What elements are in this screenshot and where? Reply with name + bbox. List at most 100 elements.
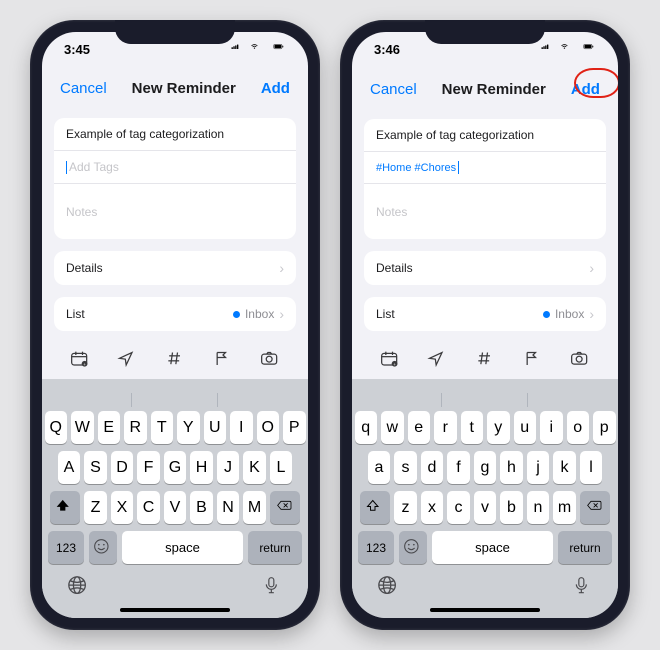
- key-p[interactable]: P: [283, 411, 306, 444]
- key-r[interactable]: r: [434, 411, 457, 444]
- suggestion-bar[interactable]: [45, 385, 305, 411]
- globe-icon[interactable]: [67, 575, 89, 602]
- emoji-key[interactable]: [399, 531, 427, 564]
- list-row[interactable]: List Inbox›: [364, 297, 606, 331]
- camera-icon[interactable]: [565, 347, 595, 373]
- add-button[interactable]: Add: [571, 81, 600, 98]
- home-indicator[interactable]: [120, 608, 230, 612]
- hashtag-icon[interactable]: [160, 347, 190, 373]
- key-o[interactable]: o: [567, 411, 590, 444]
- mic-icon[interactable]: [263, 575, 283, 602]
- suggestion-bar[interactable]: [355, 385, 615, 411]
- tags-field[interactable]: Add Tags: [54, 151, 296, 184]
- key-v[interactable]: v: [474, 491, 497, 524]
- key-g[interactable]: G: [164, 451, 187, 484]
- globe-icon[interactable]: [377, 575, 399, 602]
- delete-key[interactable]: [270, 491, 300, 524]
- key-i[interactable]: I: [230, 411, 253, 444]
- key-s[interactable]: s: [394, 451, 417, 484]
- details-row[interactable]: Details ›: [54, 251, 296, 285]
- list-color-dot: [543, 311, 550, 318]
- key-u[interactable]: U: [204, 411, 227, 444]
- key-l[interactable]: L: [270, 451, 293, 484]
- key-l[interactable]: l: [580, 451, 603, 484]
- numbers-key[interactable]: 123: [48, 531, 84, 564]
- key-b[interactable]: B: [190, 491, 213, 524]
- flag-icon[interactable]: [518, 347, 548, 373]
- key-q[interactable]: q: [355, 411, 378, 444]
- notes-field[interactable]: Notes: [364, 184, 606, 239]
- space-key[interactable]: space: [122, 531, 243, 564]
- calendar-icon[interactable]: +: [375, 347, 405, 373]
- camera-icon[interactable]: [255, 347, 285, 373]
- flag-icon[interactable]: [208, 347, 238, 373]
- key-s[interactable]: S: [84, 451, 107, 484]
- key-r[interactable]: R: [124, 411, 147, 444]
- key-c[interactable]: c: [447, 491, 470, 524]
- key-i[interactable]: i: [540, 411, 563, 444]
- key-t[interactable]: t: [461, 411, 484, 444]
- numbers-key[interactable]: 123: [358, 531, 394, 564]
- key-e[interactable]: e: [408, 411, 431, 444]
- add-button[interactable]: Add: [261, 80, 290, 97]
- tags-placeholder: Add Tags: [69, 160, 119, 174]
- notes-field[interactable]: Notes: [54, 184, 296, 239]
- key-p[interactable]: p: [593, 411, 616, 444]
- hashtag-icon[interactable]: [470, 347, 500, 373]
- key-z[interactable]: Z: [84, 491, 107, 524]
- chevron-right-icon: ›: [589, 260, 594, 276]
- key-b[interactable]: b: [500, 491, 523, 524]
- cancel-button[interactable]: Cancel: [60, 80, 107, 97]
- key-c[interactable]: C: [137, 491, 160, 524]
- key-e[interactable]: E: [98, 411, 121, 444]
- key-k[interactable]: k: [553, 451, 576, 484]
- key-m[interactable]: m: [553, 491, 576, 524]
- calendar-icon[interactable]: +: [65, 347, 95, 373]
- key-a[interactable]: A: [58, 451, 81, 484]
- return-key[interactable]: return: [248, 531, 302, 564]
- key-v[interactable]: V: [164, 491, 187, 524]
- home-indicator[interactable]: [430, 608, 540, 612]
- key-j[interactable]: j: [527, 451, 550, 484]
- key-k[interactable]: K: [243, 451, 266, 484]
- key-f[interactable]: f: [447, 451, 470, 484]
- location-icon[interactable]: [422, 347, 452, 373]
- key-u[interactable]: u: [514, 411, 537, 444]
- key-n[interactable]: n: [527, 491, 550, 524]
- key-x[interactable]: x: [421, 491, 444, 524]
- emoji-key[interactable]: [89, 531, 117, 564]
- space-key[interactable]: space: [432, 531, 553, 564]
- screenshot-pair: 3:45 Cancel New Reminder Add Example of …: [0, 0, 660, 650]
- key-f[interactable]: F: [137, 451, 160, 484]
- location-icon[interactable]: [112, 347, 142, 373]
- key-m[interactable]: M: [243, 491, 266, 524]
- cancel-button[interactable]: Cancel: [370, 81, 417, 98]
- key-h[interactable]: H: [190, 451, 213, 484]
- key-y[interactable]: y: [487, 411, 510, 444]
- key-z[interactable]: z: [394, 491, 417, 524]
- key-g[interactable]: g: [474, 451, 497, 484]
- mic-icon[interactable]: [573, 575, 593, 602]
- tags-field[interactable]: #Home #Chores: [364, 152, 606, 184]
- return-key[interactable]: return: [558, 531, 612, 564]
- title-field[interactable]: Example of tag categorization: [54, 118, 296, 151]
- key-q[interactable]: Q: [45, 411, 68, 444]
- key-o[interactable]: O: [257, 411, 280, 444]
- key-d[interactable]: d: [421, 451, 444, 484]
- key-j[interactable]: J: [217, 451, 240, 484]
- list-row[interactable]: List Inbox›: [54, 297, 296, 331]
- key-w[interactable]: W: [71, 411, 94, 444]
- delete-key[interactable]: [580, 491, 610, 524]
- key-a[interactable]: a: [368, 451, 391, 484]
- key-y[interactable]: Y: [177, 411, 200, 444]
- key-w[interactable]: w: [381, 411, 404, 444]
- key-t[interactable]: T: [151, 411, 174, 444]
- details-row[interactable]: Details ›: [364, 251, 606, 285]
- key-n[interactable]: N: [217, 491, 240, 524]
- shift-key[interactable]: [360, 491, 390, 524]
- key-d[interactable]: D: [111, 451, 134, 484]
- title-field[interactable]: Example of tag categorization: [364, 119, 606, 152]
- key-x[interactable]: X: [111, 491, 134, 524]
- key-h[interactable]: h: [500, 451, 523, 484]
- shift-key[interactable]: [50, 491, 80, 524]
